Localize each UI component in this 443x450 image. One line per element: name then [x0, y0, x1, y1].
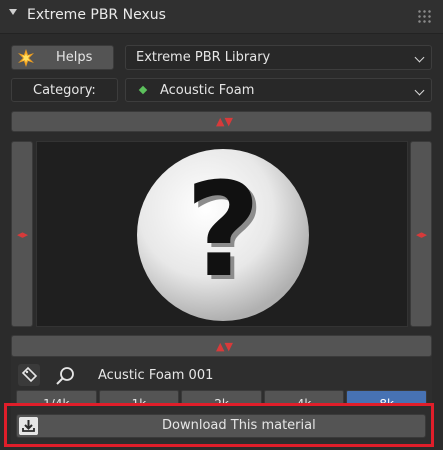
category-label-box: Category:	[11, 78, 118, 102]
previous-material-button[interactable]: ◂▸	[11, 141, 33, 327]
panel-header[interactable]: Extreme PBR Nexus	[0, 0, 443, 34]
helps-button[interactable]: Helps	[11, 45, 114, 70]
category-dropdown[interactable]: Acoustic Foam	[125, 78, 432, 102]
resolution-4k-button[interactable]: 4k	[263, 390, 345, 404]
library-dropdown-value: Extreme PBR Library	[136, 50, 271, 65]
download-icon	[19, 417, 38, 435]
category-label: Category:	[33, 83, 96, 98]
drag-grip-icon[interactable]	[417, 9, 431, 23]
chevron-down-icon	[414, 52, 425, 63]
library-dropdown[interactable]: Extreme PBR Library	[125, 45, 432, 70]
question-mark-ball-icon: ? ?	[137, 149, 309, 321]
panel-title: Extreme PBR Nexus	[27, 7, 166, 23]
resolution-2k-button[interactable]: 2k	[181, 390, 262, 404]
resolution-quarter-k-button[interactable]: 1/4k	[16, 390, 97, 404]
material-preview[interactable]: ? ?	[36, 141, 408, 327]
helps-label: Helps	[56, 50, 93, 65]
next-material-button[interactable]: ◂▸	[410, 141, 432, 327]
material-name: Acustic Foam 001	[98, 368, 214, 383]
category-diamond-icon	[138, 85, 148, 95]
download-label: Download This material	[162, 418, 316, 433]
category-dropdown-value: Acoustic Foam	[160, 83, 255, 98]
resolution-8k-button[interactable]: 8k	[346, 390, 427, 404]
resolution-1k-button[interactable]: 1k	[98, 390, 180, 404]
search-icon[interactable]	[55, 366, 75, 386]
explosion-icon	[18, 49, 34, 67]
arrow-left-right-icon: ◂▸	[416, 228, 428, 241]
tag-icon[interactable]	[18, 364, 40, 386]
download-material-button[interactable]: Download This material	[16, 414, 426, 438]
resolution-selector[interactable]: 1/4k 1k 2k 4k 8k	[16, 390, 427, 404]
arrow-left-right-icon: ◂▸	[17, 228, 29, 241]
next-row-button[interactable]: ▲▼	[11, 335, 432, 357]
chevron-down-icon	[414, 85, 425, 96]
arrow-up-down-icon: ▲▼	[216, 115, 233, 128]
svg-text:?: ?	[185, 154, 260, 306]
collapse-arrow-icon[interactable]	[9, 9, 17, 15]
arrow-up-down-icon: ▲▼	[216, 340, 233, 353]
previous-row-button[interactable]: ▲▼	[11, 111, 432, 132]
